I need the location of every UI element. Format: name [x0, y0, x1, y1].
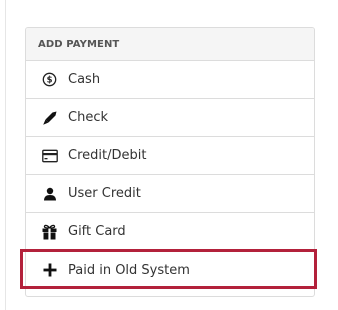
plus-icon: [41, 262, 58, 279]
payment-option-gift-card[interactable]: Gift Card: [26, 213, 314, 251]
panel-header: ADD PAYMENT: [26, 28, 314, 61]
dollar-circle-icon: $: [41, 71, 58, 88]
payment-option-cash[interactable]: $ Cash: [26, 61, 314, 99]
payment-option-label: Gift Card: [68, 224, 126, 239]
credit-card-icon: [41, 147, 58, 164]
payment-option-paid-in-old-system[interactable]: Paid in Old System: [26, 251, 314, 289]
user-icon: [41, 185, 58, 202]
payment-option-credit-debit[interactable]: Credit/Debit: [26, 137, 314, 175]
payment-option-label: Paid in Old System: [68, 262, 190, 278]
pen-icon: [41, 109, 58, 126]
add-payment-panel: ADD PAYMENT $ Cash Check Credit/Debit Us…: [25, 27, 315, 297]
payment-option-label: Credit/Debit: [68, 148, 147, 163]
left-divider: [5, 0, 6, 310]
payment-option-check[interactable]: Check: [26, 99, 314, 137]
payment-option-label: Check: [68, 110, 108, 125]
payment-option-user-credit[interactable]: User Credit: [26, 175, 314, 213]
gift-icon: [41, 223, 58, 240]
svg-text:$: $: [47, 75, 53, 85]
payment-option-label: Cash: [68, 72, 101, 87]
payment-option-label: User Credit: [68, 186, 141, 201]
